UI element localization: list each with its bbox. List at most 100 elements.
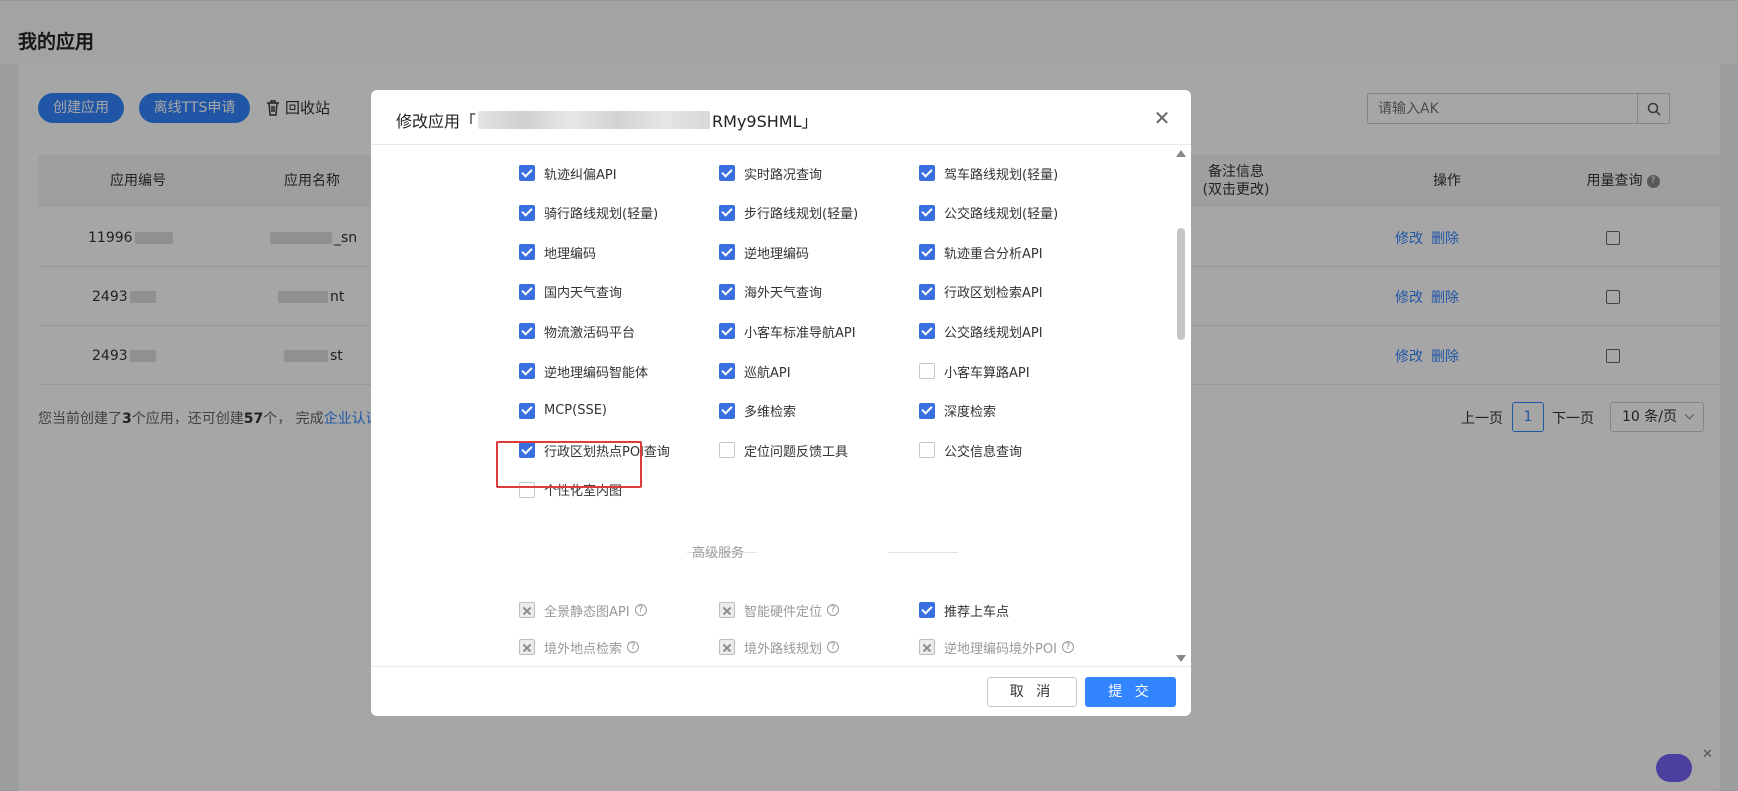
checkbox-checked-icon[interactable] <box>719 244 735 261</box>
checkbox-disabled-icon <box>719 639 735 655</box>
checkbox-checked-icon[interactable] <box>919 165 935 181</box>
help-icon[interactable]: ? <box>827 604 840 616</box>
service-option[interactable]: 巡航API <box>719 361 791 381</box>
checkbox-checked-icon[interactable] <box>919 244 935 261</box>
highlight-box <box>496 441 642 488</box>
checkbox-checked-icon[interactable] <box>719 363 735 379</box>
service-option-label: 小客车标准导航API <box>744 325 856 341</box>
service-option-label: 境外地点检索 <box>544 641 623 657</box>
service-option[interactable]: 国内天气查询 <box>519 282 622 302</box>
service-option-label: 轨迹重合分析API <box>944 246 1043 262</box>
checkbox-unchecked-icon[interactable] <box>719 442 735 459</box>
service-option[interactable]: 小客车标准导航API <box>719 321 856 341</box>
service-option-label: 实时路况查询 <box>744 167 823 183</box>
service-option-label: 轨迹纠偏API <box>544 167 617 183</box>
divider <box>888 552 958 553</box>
modal-title-key: RMy9SHML」 <box>712 112 818 131</box>
service-option: 全景静态图API? <box>519 600 647 620</box>
scroll-down-arrow-icon[interactable] <box>1176 655 1186 662</box>
help-icon[interactable]: ? <box>827 641 840 653</box>
service-option[interactable]: 多维检索 <box>719 401 796 421</box>
help-icon[interactable]: ? <box>634 604 647 616</box>
service-option-label: 巡航API <box>744 365 791 381</box>
checkbox-checked-icon[interactable] <box>719 165 735 181</box>
modal-footer: 取 消 提 交 <box>371 666 1191 716</box>
checkbox-checked-icon[interactable] <box>719 323 735 340</box>
help-icon[interactable]: ? <box>627 641 640 653</box>
submit-button[interactable]: 提 交 <box>1085 677 1176 707</box>
checkbox-disabled-icon <box>519 639 535 655</box>
service-option-label: 驾车路线规划(轻量) <box>944 167 1059 183</box>
service-option-label: 境外路线规划 <box>744 641 823 657</box>
edit-app-modal: 修改应用「 RMy9SHML」 ✕ 轨迹纠偏API 实时路况查询 驾车路线规划(轻量… <box>371 90 1191 716</box>
checkbox-checked-icon[interactable] <box>719 204 735 221</box>
checkbox-unchecked-icon[interactable] <box>919 363 935 379</box>
cancel-button[interactable]: 取 消 <box>987 677 1077 707</box>
service-option-label: 推荐上车点 <box>944 604 1010 620</box>
checkbox-checked-icon[interactable] <box>719 283 735 300</box>
service-option-label: 定位问题反馈工具 <box>744 444 849 460</box>
service-option[interactable]: 骑行路线规划(轻量) <box>519 203 658 223</box>
service-option[interactable]: 推荐上车点 <box>919 600 1009 620</box>
checkbox-checked-icon[interactable] <box>719 402 735 419</box>
service-option-label: 逆地理编码 <box>744 246 810 262</box>
checkbox-checked-icon[interactable] <box>519 244 535 261</box>
help-icon[interactable]: ? <box>1061 641 1074 653</box>
assistant-close-icon[interactable]: ✕ <box>1702 747 1713 762</box>
service-option[interactable]: 逆地理编码智能体 <box>519 361 648 381</box>
close-icon[interactable]: ✕ <box>1152 108 1172 128</box>
redacted-key <box>478 111 711 129</box>
service-option[interactable]: 实时路况查询 <box>719 163 822 183</box>
service-option[interactable]: 轨迹重合分析API <box>919 242 1043 262</box>
service-option[interactable]: 物流激活码平台 <box>519 321 635 341</box>
modal-body: 轨迹纠偏API 实时路况查询 驾车路线规划(轻量) 骑行路线规划(轻量) 步行路线规划(… <box>371 146 1191 666</box>
service-option-label: 深度检索 <box>944 405 997 421</box>
service-option: 智能硬件定位? <box>719 600 840 620</box>
service-option-label: 逆地理编码智能体 <box>544 365 649 381</box>
modal-title-prefix: 修改应用「 <box>396 112 477 131</box>
service-option[interactable]: 定位问题反馈工具 <box>719 440 848 460</box>
service-option-label: 公交路线规划API <box>944 325 1043 341</box>
checkbox-disabled-icon <box>519 602 535 618</box>
checkbox-disabled-icon <box>719 602 735 618</box>
service-option: 境外路线规划? <box>719 637 840 657</box>
service-option[interactable]: 轨迹纠偏API <box>519 163 617 183</box>
checkbox-checked-icon[interactable] <box>919 323 935 340</box>
checkbox-checked-icon[interactable] <box>519 165 535 181</box>
service-option[interactable]: 地理编码 <box>519 242 596 262</box>
service-option-label: 地理编码 <box>544 246 597 262</box>
service-option[interactable]: 驾车路线规划(轻量) <box>919 163 1058 183</box>
checkbox-checked-icon[interactable] <box>519 363 535 379</box>
checkbox-checked-icon[interactable] <box>919 402 935 419</box>
checkbox-checked-icon[interactable] <box>519 204 535 221</box>
service-option-label: 物流激活码平台 <box>544 325 636 341</box>
checkbox-checked-icon[interactable] <box>919 602 935 618</box>
checkbox-checked-icon[interactable] <box>919 283 935 300</box>
checkbox-checked-icon[interactable] <box>519 283 535 300</box>
assistant-bubble[interactable] <box>1656 754 1692 782</box>
service-option-label: 多维检索 <box>744 405 797 421</box>
service-option-label: 国内天气查询 <box>544 286 623 302</box>
service-option[interactable]: 步行路线规划(轻量) <box>719 203 858 223</box>
checkbox-checked-icon[interactable] <box>519 402 535 419</box>
service-option-label: 公交路线规划(轻量) <box>944 207 1059 223</box>
scroll-up-arrow-icon[interactable] <box>1176 150 1186 157</box>
service-option-label: 步行路线规划(轻量) <box>744 207 859 223</box>
service-option[interactable]: 公交信息查询 <box>919 440 1022 460</box>
scrollbar-thumb[interactable] <box>1177 228 1185 340</box>
service-option-label: 全景静态图API <box>544 604 630 620</box>
checkbox-checked-icon[interactable] <box>519 323 535 340</box>
service-option[interactable]: MCP(SSE) <box>519 401 607 421</box>
service-option[interactable]: 公交路线规划API <box>919 321 1043 341</box>
service-option[interactable]: 逆地理编码 <box>719 242 809 262</box>
checkbox-disabled-icon <box>919 639 935 655</box>
service-option-label: 骑行路线规划(轻量) <box>544 207 659 223</box>
service-option[interactable]: 公交路线规划(轻量) <box>919 203 1058 223</box>
service-option[interactable]: 行政区划检索API <box>919 282 1043 302</box>
scrollbar[interactable] <box>1176 150 1186 662</box>
service-option[interactable]: 海外天气查询 <box>719 282 822 302</box>
checkbox-checked-icon[interactable] <box>919 204 935 221</box>
service-option[interactable]: 深度检索 <box>919 401 996 421</box>
service-option[interactable]: 小客车算路API <box>919 361 1030 381</box>
checkbox-unchecked-icon[interactable] <box>919 442 935 459</box>
